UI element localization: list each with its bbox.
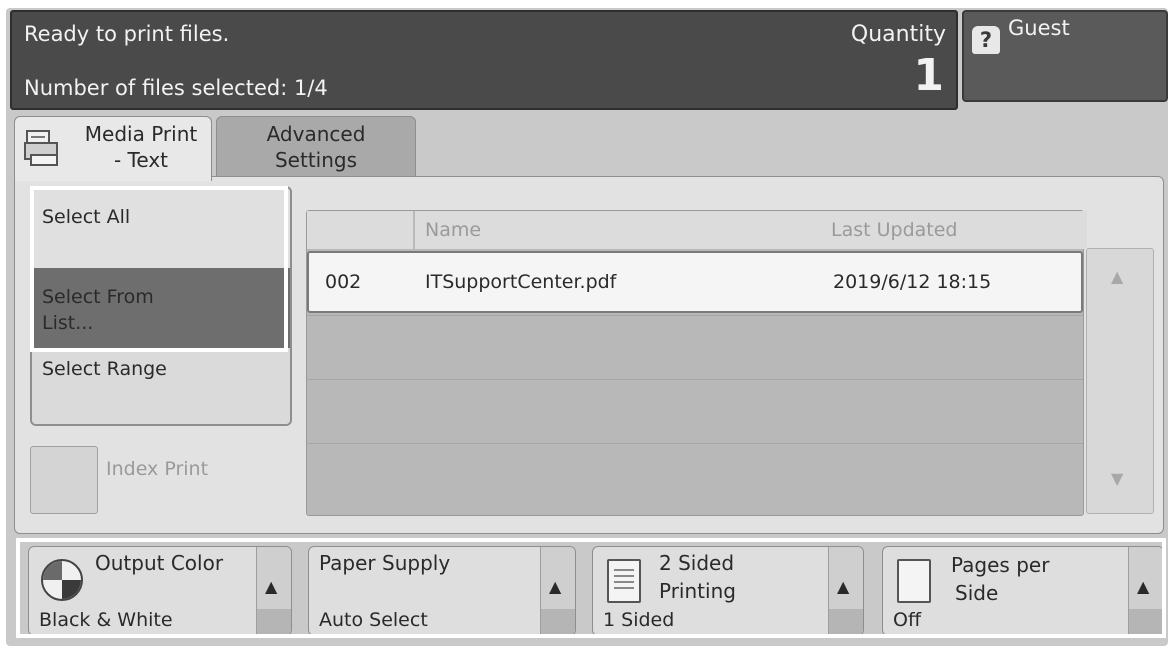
- tab-label-line2: - Text: [113, 148, 169, 172]
- table-row-empty: [307, 443, 1083, 513]
- quantity-value[interactable]: 1: [913, 50, 944, 101]
- output-color-expand-button[interactable]: ▲: [256, 547, 291, 635]
- select-all-button[interactable]: Select All: [32, 188, 290, 268]
- column-header-name[interactable]: Name: [415, 211, 830, 249]
- tab-label-line1: Advanced: [266, 122, 366, 146]
- color-wheel-icon: [41, 559, 83, 601]
- pages-per-side-button[interactable]: Pages per Side Off ▲: [882, 546, 1164, 636]
- chevron-up-icon: ▲: [1137, 577, 1150, 596]
- pages-per-side-title-line2: Side: [955, 581, 999, 605]
- guest-icon: ?: [972, 26, 1000, 54]
- output-color-title: Output Color: [95, 551, 224, 575]
- column-header-last-updated[interactable]: Last Updated: [821, 211, 1087, 249]
- two-sided-title-line2: Printing: [659, 579, 736, 603]
- table-row-empty: [307, 379, 1083, 441]
- output-color-value: Black & White: [39, 609, 173, 631]
- page-icon: [897, 559, 931, 603]
- file-selection-group: Select All Select From List... Select Ra…: [30, 186, 292, 426]
- file-last-updated: 2019/6/12 18:15: [833, 271, 992, 293]
- output-color-button[interactable]: Output Color Black & White ▲: [28, 546, 292, 636]
- select-from-list-button[interactable]: Select From List...: [32, 268, 290, 348]
- tab-label-line1: Media Print: [84, 122, 198, 146]
- paper-supply-title: Paper Supply: [319, 551, 451, 575]
- file-table: Name Last Updated 002 ITSupportCenter.pd…: [306, 210, 1087, 516]
- two-sided-value: 1 Sided: [603, 609, 675, 631]
- two-sided-expand-button[interactable]: ▲: [828, 547, 863, 635]
- chevron-up-icon: ▲: [265, 577, 278, 596]
- printer-icon: [24, 130, 58, 166]
- file-number: 002: [325, 271, 362, 293]
- user-button[interactable]: ? Guest: [962, 10, 1168, 102]
- index-print-checkbox[interactable]: [30, 446, 98, 514]
- scroll-up-icon[interactable]: ▲: [1111, 267, 1123, 286]
- pages-per-side-value: Off: [893, 609, 922, 631]
- tab-media-print-text[interactable]: Media Print - Text: [14, 116, 212, 181]
- files-selected-count: Number of files selected: 1/4: [24, 76, 328, 100]
- paper-supply-value: Auto Select: [319, 609, 428, 631]
- select-range-button[interactable]: Select Range: [32, 348, 290, 424]
- column-header-number: [307, 211, 414, 249]
- table-row[interactable]: 002 ITSupportCenter.pdf 2019/6/12 18:15: [307, 251, 1083, 313]
- select-from-list-label-line1: Select From: [42, 286, 154, 308]
- user-label: Guest: [1008, 16, 1070, 40]
- tab-label-line2: Settings: [274, 148, 358, 172]
- paper-supply-button[interactable]: Paper Supply Auto Select ▲: [308, 546, 576, 636]
- tab-advanced-settings[interactable]: Advanced Settings: [216, 116, 416, 177]
- page-icon: [607, 559, 641, 603]
- file-name: ITSupportCenter.pdf: [425, 271, 617, 293]
- status-bar: Ready to print files. Number of files se…: [10, 10, 958, 110]
- table-scrollbar: ▲ ▼: [1086, 248, 1154, 514]
- paper-supply-expand-button[interactable]: ▲: [540, 547, 575, 635]
- quantity-label: Quantity: [850, 22, 946, 47]
- select-from-list-label-line2: List...: [42, 312, 94, 334]
- two-sided-printing-button[interactable]: 2 Sided Printing 1 Sided ▲: [592, 546, 864, 636]
- pages-per-side-expand-button[interactable]: ▲: [1128, 547, 1163, 635]
- chevron-up-icon: ▲: [837, 577, 850, 596]
- pages-per-side-title-line1: Pages per: [951, 553, 1050, 577]
- status-message: Ready to print files.: [24, 22, 230, 46]
- index-print-label: Index Print: [106, 458, 209, 480]
- chevron-up-icon: ▲: [549, 577, 562, 596]
- two-sided-title-line1: 2 Sided: [659, 551, 735, 575]
- table-row-empty: [307, 315, 1083, 377]
- scroll-down-icon[interactable]: ▼: [1111, 469, 1123, 488]
